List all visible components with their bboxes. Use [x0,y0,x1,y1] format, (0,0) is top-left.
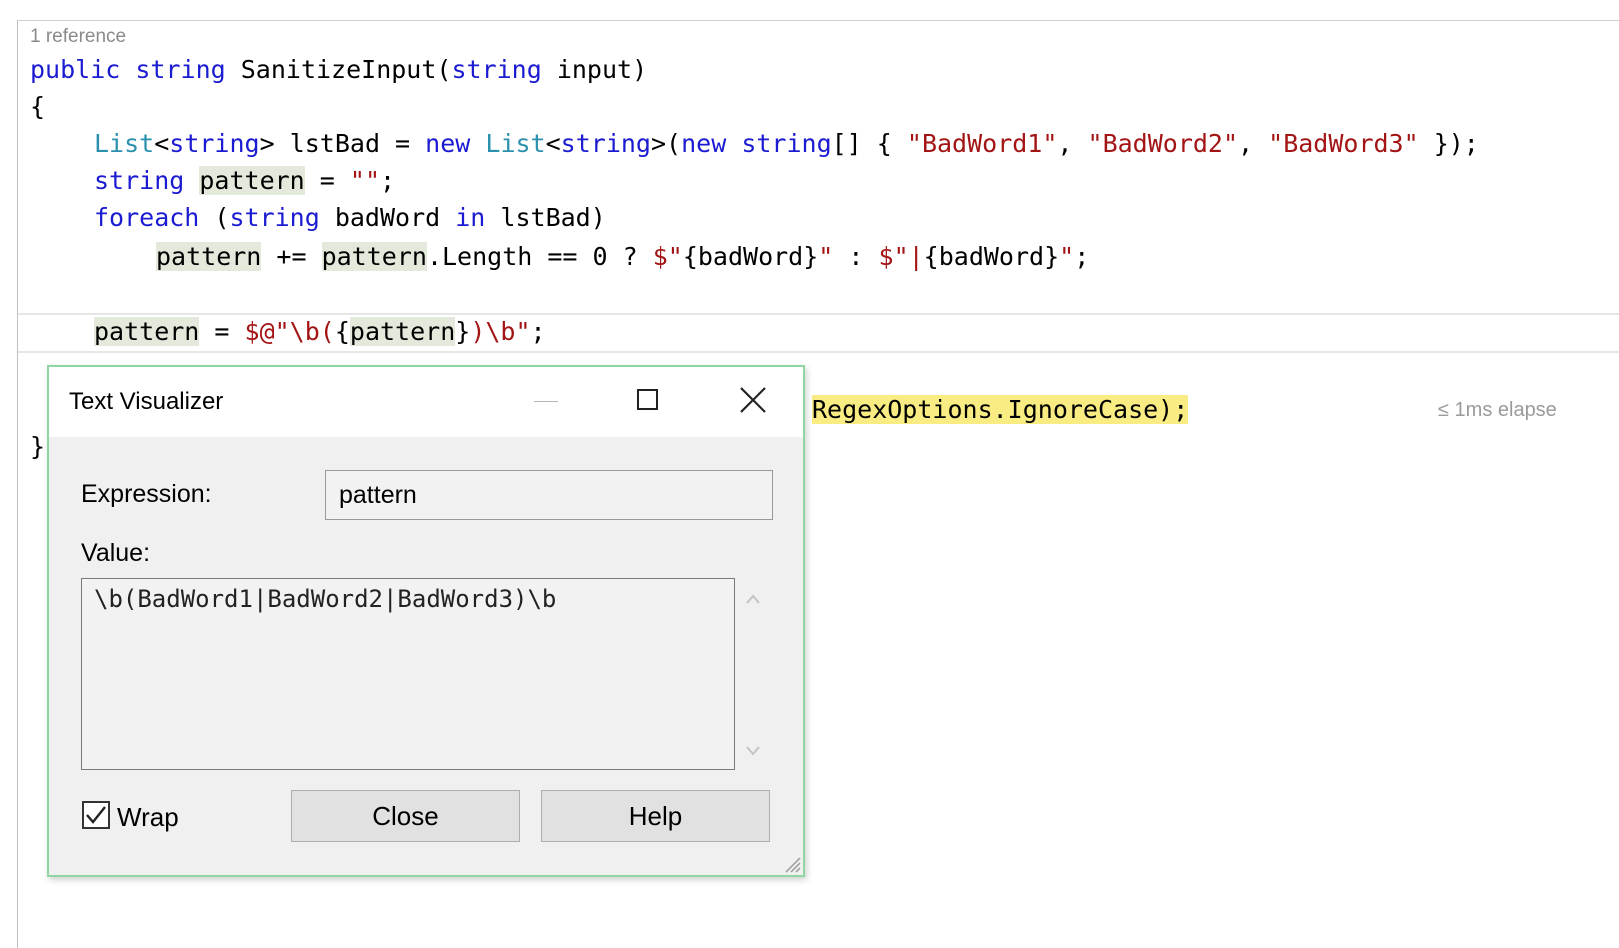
keyword: foreach [94,203,200,232]
operator: = [304,166,350,195]
scroll-down-icon[interactable] [745,745,761,757]
string-literal: "BadWord3" [1268,129,1419,158]
code-line-list[interactable]: List<string> lstBad = new List<string>(n… [94,129,1479,158]
close-button[interactable]: Close [291,790,520,842]
maximize-icon[interactable] [637,389,658,410]
interpolation: {badWord} [923,242,1060,271]
string-literal: " [1059,242,1075,271]
keyword: string [451,55,542,84]
highlighted-reference: pattern [199,166,305,195]
code-line-current-statement[interactable]: RegexOptions.IgnoreCase); [808,393,1192,426]
code-text: lstBad) [485,203,606,232]
operator: = [199,317,245,346]
highlighted-reference: pattern [94,317,200,346]
string-literal: $@"\b( [244,317,335,346]
interpolation: {badWord} [682,242,819,271]
highlighted-reference: pattern [349,317,456,346]
keyword: string [135,55,226,84]
punct: [] { [831,129,907,158]
code-text: badWord [319,203,456,232]
wrap-checkbox[interactable] [82,801,110,829]
punct: ( [199,203,230,232]
string-literal: $"| [878,242,924,271]
keyword: new [425,129,471,158]
text-visualizer-dialog: Text Visualizer Expression: pattern Valu… [47,365,805,877]
punct: ; [380,166,396,195]
resize-grip-icon[interactable] [780,852,802,874]
code-text: > lstBad = [259,129,426,158]
code-line-foreach[interactable]: foreach (string badWord in lstBad) [94,203,606,232]
current-statement-highlight: RegexOptions.IgnoreCase); [812,395,1189,424]
dialog-titlebar[interactable]: Text Visualizer [49,367,803,437]
interpolation: } [455,317,471,346]
code-line-open-brace[interactable]: { [30,92,45,121]
value-label: Value: [81,539,151,567]
interpolation: { [334,317,350,346]
keyword: string [229,203,320,232]
keyword: string [741,129,832,158]
perftip-elapsed[interactable]: ≤ 1ms elapse [1438,399,1557,422]
string-literal: "BadWord1" [906,129,1058,158]
string-literal: "BadWord2" [1087,129,1239,158]
string-literal: " [818,242,834,271]
keyword: string [169,129,260,158]
expression-field[interactable]: pattern [325,470,773,520]
dialog-title: Text Visualizer [69,388,224,415]
keyword: string [94,166,185,195]
checkmark-icon [86,806,106,824]
operator: : [833,242,879,271]
string-literal: )\b" [470,317,531,346]
keyword: public [30,55,121,84]
scroll-up-icon[interactable] [745,593,761,605]
punct: ; [1074,242,1090,271]
keyword: in [455,203,486,232]
punct: ; [530,317,546,346]
value-textarea[interactable]: \b(BadWord1|BadWord2|BadWord3)\b [81,578,735,770]
keyword: string [560,129,651,158]
expression-label: Expression: [81,480,212,508]
punct: , [1238,129,1269,158]
close-icon[interactable] [738,385,768,415]
wrap-label[interactable]: Wrap [117,802,179,833]
code-line-close-brace[interactable]: } [30,432,45,461]
highlighted-reference: pattern [156,242,262,271]
keyword: new [681,129,727,158]
punct: , [1057,129,1088,158]
code-line-pattern-decl[interactable]: string pattern = ""; [94,166,395,195]
code-line-pattern-append[interactable]: pattern += pattern.Length == 0 ? $"{badW… [156,242,1089,271]
help-button[interactable]: Help [541,790,770,842]
punct: < [545,129,561,158]
value-text: \b(BadWord1|BadWord2|BadWord3)\b [94,585,557,613]
type: List [485,129,546,158]
codelens-references[interactable]: 1 reference [30,26,126,48]
code-text: .Length == 0 ? [426,242,653,271]
param: input) [541,55,648,84]
highlighted-reference: pattern [321,242,427,271]
code-line-pattern-assign[interactable]: pattern = $@"\b({pattern})\b"; [94,317,546,346]
operator: += [261,242,322,271]
minimize-icon[interactable] [534,401,558,402]
code-line-signature[interactable]: public string SanitizeInput(string input… [30,55,647,84]
punct: }); [1418,129,1479,158]
punct: < [154,129,170,158]
string-literal: $" [652,242,683,271]
string-literal: "" [349,166,380,195]
type: List [94,129,155,158]
punct: >( [650,129,682,158]
method-name: SanitizeInput( [225,55,452,84]
